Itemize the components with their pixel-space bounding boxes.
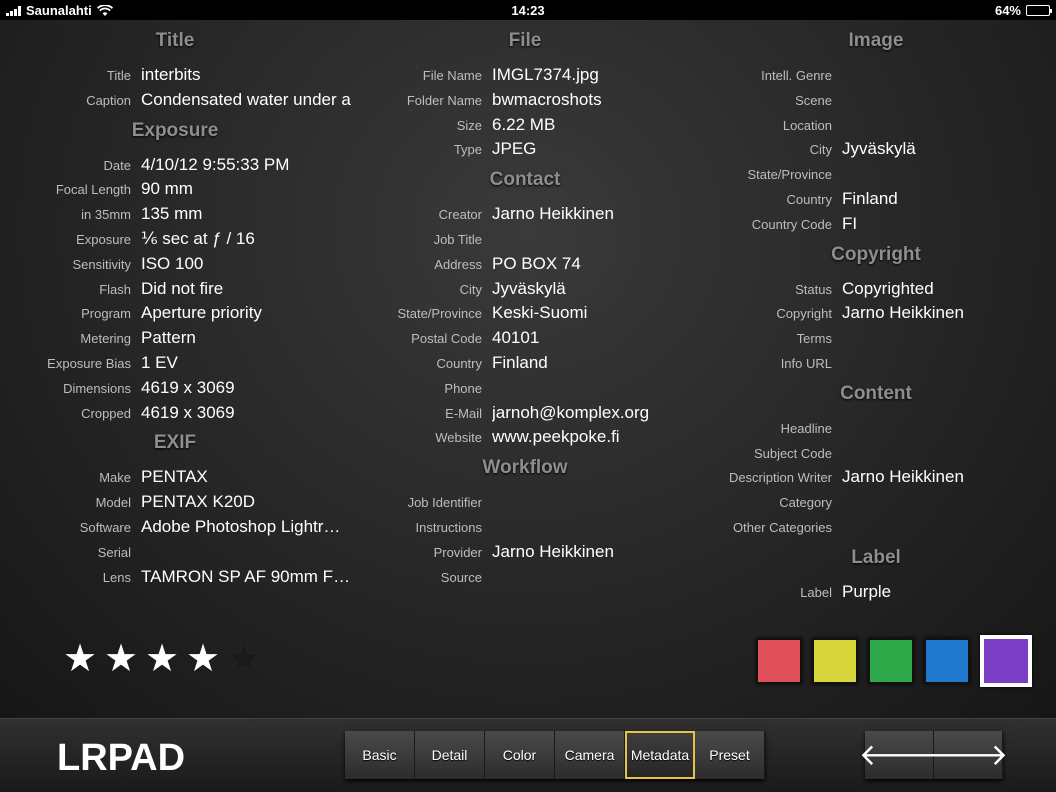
tab-detail[interactable]: Detail [415, 731, 485, 779]
field-label: City [809, 142, 832, 158]
module-tabs: Basic Detail Color Camera Metadata Preset [345, 731, 765, 779]
star-icon[interactable]: ★ [103, 640, 139, 678]
field-label: Subject Code [753, 445, 832, 461]
bottom-toolbar: LRPAD Basic Detail Color Camera Metadata Pres… [0, 718, 1056, 792]
field-label: Status [795, 281, 832, 297]
field-label: Other Categories [733, 520, 832, 535]
field-label: Info URL [780, 356, 832, 371]
field-label: Label [800, 584, 832, 600]
battery-icon [1026, 5, 1052, 16]
field-value: Jyväskylä [842, 139, 916, 159]
field-value: Purple [842, 581, 892, 601]
status-right: 64% [994, 3, 1052, 18]
metadata-row[interactable]: Label Purple [0, 581, 1042, 605]
metadata-row[interactable]: Phone [0, 377, 707, 401]
section-title-file: File [508, 30, 542, 51]
metadata-row[interactable]: City Jyväskylä [0, 138, 1042, 162]
section-title-label: Label [851, 546, 901, 568]
field-label: Country [786, 192, 832, 207]
metadata-row[interactable]: Subject Code [0, 442, 1042, 466]
field-label: Scene [795, 92, 832, 108]
previous-photo-button[interactable]: 🡐 [859, 731, 939, 779]
metadata-row[interactable]: State/Province [0, 163, 1042, 187]
field-label: Provider [433, 544, 482, 560]
field-value: Finland [842, 189, 898, 208]
section-title-title: Title [155, 30, 195, 51]
star-icon[interactable]: ★ [226, 640, 262, 678]
metadata-row[interactable]: Location [0, 114, 1042, 138]
field-label: Address [434, 256, 482, 272]
field-label: Category [779, 495, 832, 511]
status-time: 14:23 [511, 3, 545, 18]
tab-preset[interactable]: Preset [695, 731, 765, 779]
field-label: State/Province [747, 167, 832, 183]
color-label-purple[interactable] [980, 635, 1032, 687]
field-value: Jarno Heikkinen [842, 303, 964, 323]
color-label-green[interactable] [868, 638, 914, 684]
star-icon[interactable]: ★ [144, 640, 180, 678]
star-icon[interactable]: ★ [185, 640, 221, 678]
field-label: Phone [444, 380, 482, 396]
metadata-row[interactable]: Category [0, 491, 1042, 515]
field-label: Description Writer [728, 470, 832, 486]
field-value: FI [842, 213, 858, 233]
field-value: PO BOX 74 [492, 253, 581, 273]
metadata-row[interactable]: Scene [0, 89, 1042, 113]
battery-percent: 64% [994, 3, 1021, 18]
section-title-copyright: Copyright [831, 243, 921, 265]
arrow-right-icon: 🡒 [927, 739, 1009, 772]
status-bar: Saunalahti 14:23 64% [0, 0, 1056, 20]
metadata-row[interactable]: Headline [0, 417, 1042, 441]
field-value: Jarno Heikkinen [842, 467, 964, 487]
field-label: Copyright [776, 306, 832, 322]
metadata-panel: Title Title interbits Caption Condensated wa… [0, 20, 1056, 718]
field-label: Location [782, 117, 832, 133]
metadata-row[interactable]: Address PO BOX 74 [0, 253, 707, 277]
metadata-row[interactable]: Info URL [0, 352, 1042, 376]
field-value: Jarno Heikkinen [492, 541, 614, 561]
metadata-row[interactable]: Terms [0, 327, 1042, 351]
color-label-red[interactable] [756, 638, 802, 684]
tab-metadata[interactable]: Metadata [625, 731, 695, 779]
field-label: Headline [780, 420, 832, 436]
metadata-row[interactable]: Status Copyrighted [0, 278, 1042, 302]
metadata-row[interactable]: Country Finland [0, 188, 1042, 212]
metadata-row[interactable]: Other Categories [0, 516, 1042, 540]
section-title-image: Image [848, 30, 904, 51]
next-photo-button[interactable]: 🡒 [928, 731, 1008, 779]
metadata-row[interactable]: Provider Jarno Heikkinen [0, 541, 707, 565]
metadata-row[interactable]: Copyright Jarno Heikkinen [0, 302, 1042, 326]
metadata-row[interactable]: Intell. Genre [0, 64, 1042, 88]
metadata-row[interactable]: Description Writer Jarno Heikkinen [0, 466, 1042, 490]
tab-camera[interactable]: Camera [555, 731, 625, 779]
field-label: Terms [796, 331, 832, 347]
section-title-content: Content [840, 382, 912, 404]
metadata-row[interactable]: Country Code FI [0, 213, 1042, 237]
star-rating[interactable]: ★ ★ ★ ★ ★ [62, 640, 262, 678]
photo-navigation: 🡐 🡒 [859, 731, 1008, 779]
field-value: Copyrighted [842, 278, 934, 298]
color-label-yellow[interactable] [812, 638, 858, 684]
app-logo: LRPAD [57, 737, 186, 779]
tab-color[interactable]: Color [485, 731, 555, 779]
field-label: Intell. Genre [761, 68, 832, 83]
field-label: Country Code [751, 216, 832, 232]
color-label-picker[interactable] [756, 635, 1032, 687]
tab-basic[interactable]: Basic [345, 731, 415, 779]
star-icon[interactable]: ★ [62, 640, 98, 678]
color-label-blue[interactable] [924, 638, 970, 684]
